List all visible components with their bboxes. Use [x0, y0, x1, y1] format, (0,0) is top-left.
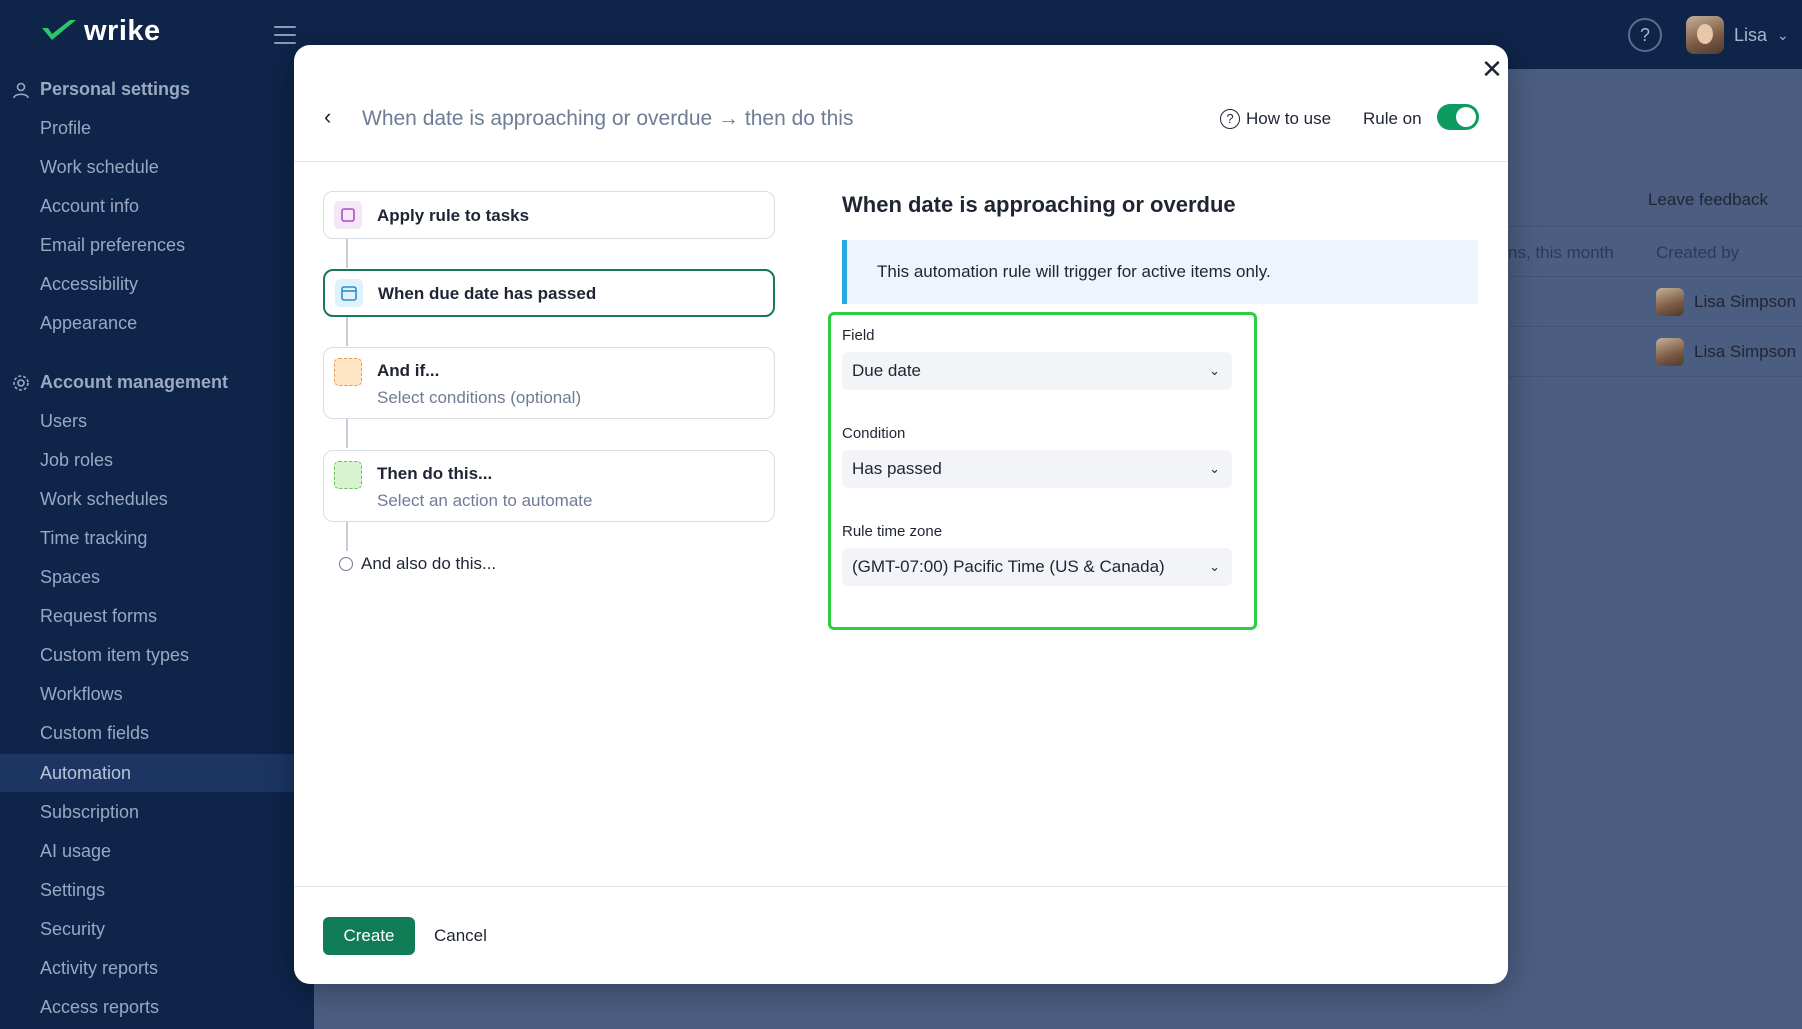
avatar [1656, 337, 1684, 366]
step-title: When due date has passed [378, 284, 597, 303]
how-to-use-label: How to use [1246, 109, 1332, 128]
user-menu[interactable]: Lisa ⌄ [1686, 16, 1789, 54]
cancel-button[interactable]: Cancel [434, 917, 487, 955]
step-subtitle: Select conditions (optional) [377, 388, 582, 407]
person-icon [13, 82, 29, 98]
personal-settings-header: Personal settings [12, 79, 190, 100]
condition-label: Condition [842, 425, 906, 442]
menu-icon[interactable] [274, 26, 296, 44]
chevron-down-icon: ⌄ [1209, 461, 1220, 476]
modal-title: When date is approaching or overdue → th… [362, 107, 854, 130]
sidebar-item-custom-fields[interactable]: Custom fields [0, 714, 314, 752]
help-icon[interactable]: ? [1628, 18, 1662, 52]
avatar [1686, 16, 1724, 54]
chevron-down-icon: ⌄ [1209, 559, 1220, 574]
step-connector [346, 521, 348, 551]
account-management-header: Account management [12, 372, 228, 393]
condition-select[interactable]: Has passed ⌄ [842, 450, 1232, 488]
sidebar-item-subscription[interactable]: Subscription [0, 793, 314, 831]
wrike-logo[interactable]: wrike [40, 14, 161, 47]
brand-name: wrike [84, 14, 161, 47]
step-connector [346, 418, 348, 448]
created-by-cell: Lisa Simpson [1694, 341, 1797, 361]
step-connector [346, 238, 348, 268]
sidebar-item-automation[interactable]: Automation [0, 754, 314, 792]
sidebar-item-custom-item-types[interactable]: Custom item types [0, 636, 314, 674]
column-header-runs: ns, this month [1508, 243, 1614, 262]
condition-value: Has passed [852, 459, 942, 478]
table-row[interactable]: Lisa Simpson [1508, 277, 1802, 327]
sidebar-item-account-info[interactable]: Account info [0, 187, 314, 225]
step-title: And if... [377, 361, 440, 380]
calendar-icon [335, 279, 363, 307]
sidebar-item-work-schedule[interactable]: Work schedule [0, 148, 314, 186]
action-icon [334, 461, 362, 489]
sidebar-item-request-forms[interactable]: Request forms [0, 597, 314, 635]
create-button[interactable]: Create [323, 917, 415, 955]
sidebar-item-workflows[interactable]: Workflows [0, 675, 314, 713]
sidebar-item-users[interactable]: Users [0, 402, 314, 440]
rule-on-label: Rule on [1363, 109, 1422, 128]
sidebar-item-profile[interactable]: Profile [0, 109, 314, 147]
circle-icon [339, 557, 353, 571]
condition-icon [334, 358, 362, 386]
modal-header: ‹ When date is approaching or overdue → … [294, 45, 1508, 162]
step-title: Apply rule to tasks [377, 206, 530, 225]
info-text: This automation rule will trigger for ac… [877, 262, 1271, 281]
section-title: Personal settings [40, 79, 191, 99]
step-subtitle: Select an action to automate [377, 491, 593, 510]
avatar [1656, 287, 1684, 316]
divider [1508, 226, 1802, 227]
step-trigger[interactable]: When due date has passed [323, 269, 775, 317]
step-title: Then do this... [377, 464, 493, 483]
gear-icon [13, 374, 29, 391]
sidebar-item-work-schedules[interactable]: Work schedules [0, 480, 314, 518]
checkmark-logo-icon [42, 20, 76, 40]
sidebar-item-time-tracking[interactable]: Time tracking [0, 519, 314, 557]
leave-feedback-link[interactable]: Leave feedback [1648, 190, 1768, 210]
add-another-action[interactable]: And also do this... [339, 554, 496, 574]
how-to-use-link[interactable]: ? How to use [1220, 109, 1331, 129]
panel-title: When date is approaching or overdue [842, 192, 1236, 217]
timezone-label: Rule time zone [842, 523, 943, 540]
sidebar-item-job-roles[interactable]: Job roles [0, 441, 314, 479]
rule-on-toggle[interactable] [1437, 104, 1479, 130]
column-header-created-by: Created by [1656, 243, 1740, 262]
chevron-down-icon: ⌄ [1777, 26, 1789, 43]
sidebar-item-activity-reports[interactable]: Activity reports [0, 949, 314, 987]
chevron-down-icon: ⌄ [1209, 363, 1220, 378]
sidebar-item-email-preferences[interactable]: Email preferences [0, 226, 314, 264]
table-row[interactable]: Lisa Simpson [1508, 327, 1802, 377]
also-label: And also do this... [361, 554, 497, 573]
created-by-cell: Lisa Simpson [1694, 291, 1797, 311]
sidebar-item-accessibility[interactable]: Accessibility [0, 265, 314, 303]
sidebar-item-settings[interactable]: Settings [0, 871, 314, 909]
field-label: Field [842, 327, 875, 344]
timezone-value: (GMT-07:00) Pacific Time (US & Canada) [852, 557, 1165, 576]
sidebar-item-spaces[interactable]: Spaces [0, 558, 314, 596]
step-action[interactable]: Then do this... Select an action to auto… [323, 450, 775, 522]
sidebar-item-appearance[interactable]: Appearance [0, 304, 314, 342]
automation-rule-modal: ‹ When date is approaching or overdue → … [294, 45, 1508, 984]
sidebar-item-access-reports[interactable]: Access reports [0, 988, 314, 1026]
step-condition[interactable]: And if... Select conditions (optional) [323, 347, 775, 419]
field-select[interactable]: Due date ⌄ [842, 352, 1232, 390]
timezone-select[interactable]: (GMT-07:00) Pacific Time (US & Canada) ⌄ [842, 548, 1232, 586]
info-banner: This automation rule will trigger for ac… [842, 240, 1478, 304]
section-title: Account management [40, 372, 229, 392]
step-connector [346, 316, 348, 346]
back-button[interactable]: ‹ [324, 105, 348, 129]
close-button[interactable]: ✕ [1478, 55, 1506, 83]
task-icon [334, 201, 362, 229]
step-apply-rule[interactable]: Apply rule to tasks [323, 191, 775, 239]
sidebar: Personal settings Profile Work schedule … [0, 69, 314, 1029]
sidebar-item-security[interactable]: Security [0, 910, 314, 948]
user-name: Lisa [1734, 24, 1768, 45]
help-icon: ? [1220, 109, 1240, 129]
field-value: Due date [852, 361, 921, 380]
sidebar-item-ai-usage[interactable]: AI usage [0, 832, 314, 870]
